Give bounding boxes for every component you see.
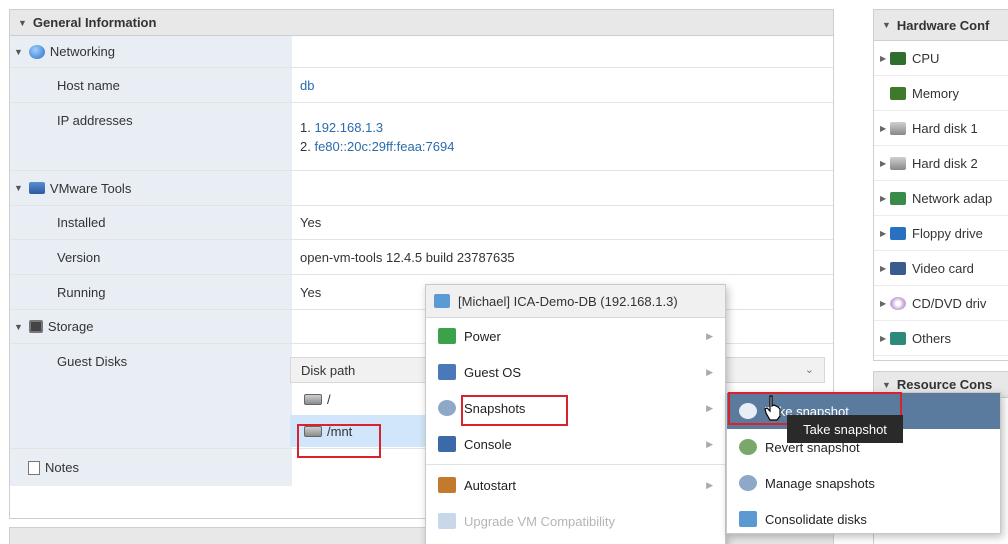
collapse-caret-icon[interactable]: ▼ xyxy=(882,20,891,30)
hard-disk-icon xyxy=(890,156,906,170)
cpu-icon xyxy=(890,51,906,65)
installed-value: Yes xyxy=(300,215,322,230)
others-icon xyxy=(890,331,906,345)
menu-item-console[interactable]: Console ▶ xyxy=(426,426,725,462)
hardware-item-network-adapter[interactable]: ▶ Network adap xyxy=(874,181,1008,216)
video-card-icon xyxy=(890,261,906,275)
running-label: Running xyxy=(10,275,292,309)
upgrade-icon xyxy=(438,513,456,529)
snapshots-icon xyxy=(438,400,456,416)
submenu-arrow-icon: ▶ xyxy=(706,366,713,377)
menu-item-upgrade-vm-compatibility: Upgrade VM Compatibility xyxy=(426,503,725,539)
networking-row[interactable]: ▼ Networking xyxy=(10,36,833,68)
menu-item-manage-snapshots[interactable]: Manage snapshots xyxy=(727,465,1000,501)
installed-row: Installed Yes xyxy=(10,206,833,240)
highlight-box xyxy=(297,424,381,458)
vmware-tools-label: VMware Tools xyxy=(49,180,132,196)
console-icon xyxy=(438,436,456,452)
menu-item-autostart[interactable]: Autostart ▶ xyxy=(426,467,725,503)
manage-snapshots-icon xyxy=(739,475,757,491)
power-icon xyxy=(438,328,456,344)
installed-label: Installed xyxy=(10,206,292,239)
collapse-caret-icon[interactable]: ▼ xyxy=(14,47,23,57)
hard-disk-icon xyxy=(890,121,906,135)
highlight-box xyxy=(461,395,568,426)
submenu-arrow-icon: ▶ xyxy=(706,330,713,341)
vmware-tools-row[interactable]: ▼ VMware Tools xyxy=(10,171,833,206)
hardware-item-hard-disk-2[interactable]: ▶ Hard disk 2 xyxy=(874,146,1008,181)
ip-address-1[interactable]: 1. 192.168.1.3 xyxy=(300,120,383,135)
hardware-configuration-header[interactable]: ▼ Hardware Conf xyxy=(874,10,1008,41)
hand-cursor-icon xyxy=(764,395,781,421)
vmware-tools-icon xyxy=(28,182,45,194)
networking-icon xyxy=(28,44,45,59)
autostart-icon xyxy=(438,477,456,493)
guest-disks-label: Guest Disks xyxy=(10,344,292,448)
ip-address-2[interactable]: 2. fe80::20c:29ff:feaa:7694 xyxy=(300,139,454,154)
vm-icon xyxy=(434,294,450,308)
version-label: Version xyxy=(10,240,292,274)
hard-disk-icon xyxy=(304,393,322,405)
hardware-item-hard-disk-1[interactable]: ▶ Hard disk 1 xyxy=(874,111,1008,146)
host-name-label: Host name xyxy=(10,68,292,102)
hardware-item-others[interactable]: ▶ Others xyxy=(874,321,1008,356)
storage-label: Storage xyxy=(47,319,94,334)
panel-title: General Information xyxy=(32,15,157,30)
submenu-arrow-icon: ▶ xyxy=(706,402,713,413)
hardware-item-memory[interactable]: Memory xyxy=(874,76,1008,111)
memory-icon xyxy=(890,86,906,100)
networking-label: Networking xyxy=(49,44,115,59)
hardware-item-floppy-drive[interactable]: ▶ Floppy drive xyxy=(874,216,1008,251)
tooltip: Take snapshot xyxy=(787,415,903,443)
host-name-row: Host name db xyxy=(10,68,833,103)
submenu-arrow-icon: ▶ xyxy=(706,438,713,449)
network-adapter-icon xyxy=(890,191,906,205)
consolidate-disks-icon xyxy=(739,511,757,527)
collapse-caret-icon[interactable]: ▼ xyxy=(14,322,23,332)
collapse-caret-icon[interactable]: ▼ xyxy=(18,18,27,28)
notes-icon xyxy=(28,460,40,475)
general-information-header[interactable]: ▼ General Information xyxy=(10,10,833,36)
hardware-item-cpu[interactable]: ▶ CPU xyxy=(874,41,1008,76)
hardware-item-cd-dvd[interactable]: ▶ CD/DVD driv xyxy=(874,286,1008,321)
cd-dvd-icon xyxy=(890,296,906,310)
revert-snapshot-icon xyxy=(739,439,757,455)
hardware-configuration-panel: ▼ Hardware Conf ▶ CPU Memory ▶ Hard disk 1… xyxy=(873,9,1008,361)
guest-os-icon xyxy=(438,364,456,380)
context-menu-title: [Michael] ICA-Demo-DB (192.168.1.3) xyxy=(426,285,725,318)
floppy-icon xyxy=(890,226,906,240)
menu-item-power[interactable]: Power ▶ xyxy=(426,318,725,354)
menu-item-guest-os[interactable]: Guest OS ▶ xyxy=(426,354,725,390)
version-row: Version open-vm-tools 12.4.5 build 23787… xyxy=(10,240,833,275)
collapse-caret-icon[interactable]: ▼ xyxy=(882,380,891,390)
ip-addresses-label: IP addresses xyxy=(10,103,292,170)
ip-addresses-row: IP addresses 1. 192.168.1.3 2. fe80::20c… xyxy=(10,103,833,171)
menu-separator xyxy=(426,464,725,465)
version-value: open-vm-tools 12.4.5 build 23787635 xyxy=(300,249,515,265)
host-name-value[interactable]: db xyxy=(300,78,314,93)
menu-item-consolidate-disks[interactable]: Consolidate disks xyxy=(727,501,1000,537)
hardware-item-video-card[interactable]: ▶ Video card xyxy=(874,251,1008,286)
collapse-caret-icon[interactable]: ▼ xyxy=(14,183,23,193)
storage-icon xyxy=(28,320,43,333)
chevron-down-icon[interactable]: ⌄ xyxy=(805,363,814,376)
submenu-arrow-icon: ▶ xyxy=(706,479,713,490)
notes-label: Notes xyxy=(45,460,79,475)
